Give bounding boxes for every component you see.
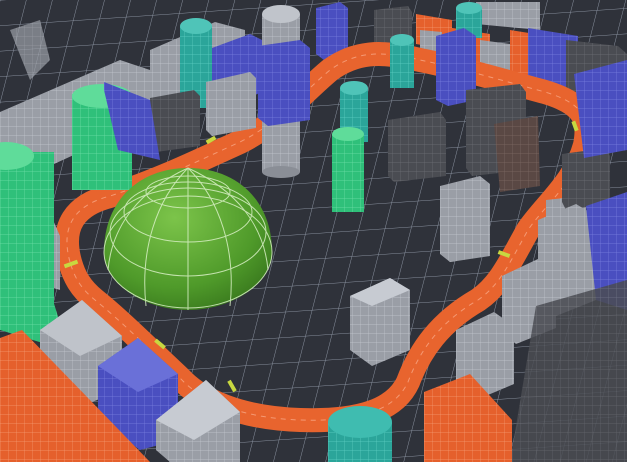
foreground-teal-cylinder: [328, 406, 392, 462]
game-viewport[interactable]: [0, 0, 627, 462]
